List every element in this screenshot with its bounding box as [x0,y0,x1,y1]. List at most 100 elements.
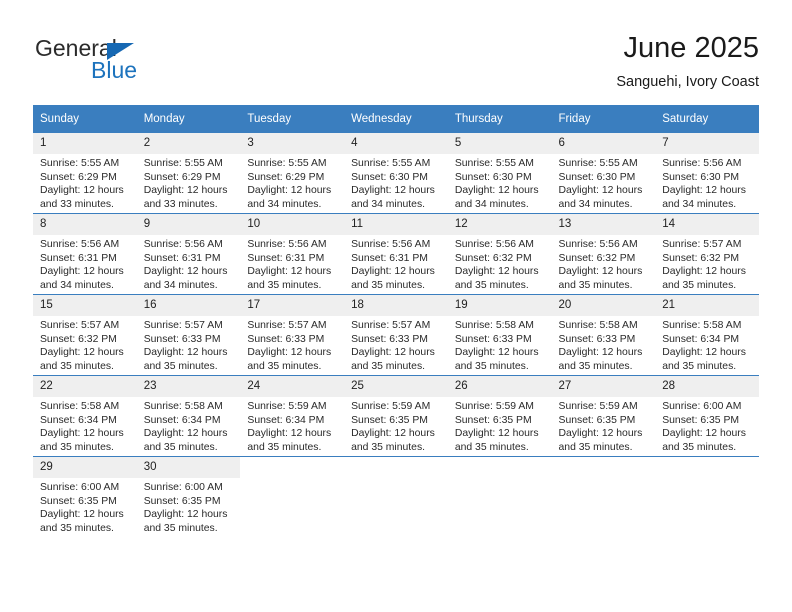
calendar-day-cell[interactable]: 2 Sunrise: 5:55 AM Sunset: 6:29 PM Daylight… [136,133,241,214]
day-number [447,457,552,478]
daylight-text: Daylight: 12 hours and 35 minutes. [662,266,746,292]
calendar-day-cell[interactable]: 6 Sunrise: 5:55 AM Sunset: 6:30 PM Daylight… [551,133,656,214]
page-header: General Blue June 2025 Sanguehi, Ivory C… [33,30,759,96]
day-number: 15 [33,295,137,316]
day-sun-info: Sunrise: 5:56 AM Sunset: 6:32 PM Daylight:… [552,235,656,293]
sunrise-text: Sunrise: 5:58 AM [143,401,223,412]
daylight-text: Daylight: 12 hours and 35 minutes. [40,347,124,373]
day-sun-info: Sunrise: 5:57 AM Sunset: 6:33 PM Daylight:… [344,316,448,374]
sunset-text: Sunset: 6:35 PM [558,414,636,426]
calendar-day-cell[interactable]: 23 Sunrise: 5:58 AM Sunset: 6:34 PM Dayligh… [136,375,241,457]
calendar-day-cell[interactable]: 26 Sunrise: 5:59 AM Sunset: 6:35 PM Dayligh… [447,375,552,457]
daylight-text: Daylight: 12 hours and 35 minutes. [454,428,539,454]
calendar-day-cell[interactable]: 17 Sunrise: 5:57 AM Sunset: 6:33 PM Dayligh… [240,294,345,376]
calendar-day-cell[interactable]: 1 Sunrise: 5:55 AM Sunset: 6:29 PM Daylight… [33,133,137,214]
calendar-day-cell[interactable]: 11 Sunrise: 5:56 AM Sunset: 6:31 PM Dayligh… [344,213,448,295]
sunrise-text: Sunrise: 5:57 AM [662,239,742,250]
sunrise-text: Sunrise: 6:00 AM [143,482,223,493]
calendar-day-cell-empty [447,456,552,537]
daylight-text: Daylight: 12 hours and 33 minutes. [40,185,124,211]
day-sun-info: Sunrise: 5:58 AM Sunset: 6:34 PM Daylight:… [137,397,241,455]
day-number: 22 [33,376,137,397]
sunrise-text: Sunrise: 5:59 AM [247,401,327,412]
calendar-day-cell[interactable]: 18 Sunrise: 5:57 AM Sunset: 6:33 PM Dayligh… [344,294,448,376]
calendar-day-cell[interactable]: 20 Sunrise: 5:58 AM Sunset: 6:33 PM Dayligh… [551,294,656,376]
day-sun-info [655,478,759,481]
calendar-day-cell[interactable]: 16 Sunrise: 5:57 AM Sunset: 6:33 PM Dayligh… [136,294,241,376]
calendar-day-cell[interactable]: 3 Sunrise: 5:55 AM Sunset: 6:29 PM Daylight… [240,133,345,214]
day-number: 5 [447,133,552,154]
sunset-text: Sunset: 6:31 PM [143,252,221,264]
calendar-day-cell[interactable]: 13 Sunrise: 5:56 AM Sunset: 6:32 PM Dayligh… [551,213,656,295]
calendar-day-cell[interactable]: 7 Sunrise: 5:56 AM Sunset: 6:30 PM Daylight… [655,133,759,214]
daylight-text: Daylight: 12 hours and 35 minutes. [558,347,643,373]
calendar-day-cell-empty [344,456,448,537]
calendar-day-cell[interactable]: 27 Sunrise: 5:59 AM Sunset: 6:35 PM Dayligh… [551,375,656,457]
sunset-text: Sunset: 6:29 PM [143,171,221,183]
sunrise-text: Sunrise: 5:58 AM [454,320,534,331]
sunset-text: Sunset: 6:35 PM [143,495,221,507]
calendar-day-cell[interactable]: 14 Sunrise: 5:57 AM Sunset: 6:32 PM Dayligh… [655,213,759,295]
day-number [655,457,759,478]
calendar-day-cell[interactable]: 10 Sunrise: 5:56 AM Sunset: 6:31 PM Dayligh… [240,213,345,295]
day-number: 30 [136,457,241,478]
weekday-header-monday: Monday [136,105,241,133]
sunset-text: Sunset: 6:35 PM [40,495,117,507]
sunrise-text: Sunrise: 6:00 AM [40,482,120,493]
sunset-text: Sunset: 6:34 PM [40,414,117,426]
general-blue-logo[interactable]: General Blue [33,35,293,91]
day-number: 19 [447,295,552,316]
calendar-day-cell[interactable]: 24 Sunrise: 5:59 AM Sunset: 6:34 PM Dayligh… [240,375,345,457]
sunrise-text: Sunrise: 5:56 AM [143,239,223,250]
calendar-day-cell[interactable]: 25 Sunrise: 5:59 AM Sunset: 6:35 PM Dayligh… [344,375,448,457]
day-sun-info: Sunrise: 5:55 AM Sunset: 6:30 PM Daylight:… [344,154,448,212]
sunrise-text: Sunrise: 5:56 AM [558,239,638,250]
calendar-day-cell[interactable]: 8 Sunrise: 5:56 AM Sunset: 6:31 PM Daylight… [33,213,137,295]
calendar-day-cell[interactable]: 30 Sunrise: 6:00 AM Sunset: 6:35 PM Dayligh… [136,456,241,537]
day-number: 11 [344,214,448,235]
day-number: 13 [551,214,656,235]
day-sun-info: Sunrise: 5:56 AM Sunset: 6:32 PM Daylight:… [448,235,552,293]
day-number: 26 [447,376,552,397]
day-sun-info: Sunrise: 5:57 AM Sunset: 6:32 PM Daylight:… [655,235,759,293]
day-number: 1 [33,133,137,154]
calendar-day-cell[interactable]: 19 Sunrise: 5:58 AM Sunset: 6:33 PM Dayligh… [447,294,552,376]
day-number: 16 [136,295,241,316]
day-number: 24 [240,376,345,397]
calendar-day-cell[interactable]: 15 Sunrise: 5:57 AM Sunset: 6:32 PM Dayligh… [33,294,137,376]
daylight-text: Daylight: 12 hours and 35 minutes. [558,266,643,292]
sunset-text: Sunset: 6:35 PM [351,414,428,426]
daylight-text: Daylight: 12 hours and 35 minutes. [351,428,435,454]
calendar-day-cell[interactable]: 9 Sunrise: 5:56 AM Sunset: 6:31 PM Daylight… [136,213,241,295]
day-number: 12 [447,214,552,235]
daylight-text: Daylight: 12 hours and 35 minutes. [662,347,746,373]
daylight-text: Daylight: 12 hours and 35 minutes. [143,509,228,535]
day-number: 29 [33,457,137,478]
daylight-text: Daylight: 12 hours and 35 minutes. [40,509,124,535]
daylight-text: Daylight: 12 hours and 33 minutes. [143,185,228,211]
day-number: 7 [655,133,759,154]
daylight-text: Daylight: 12 hours and 35 minutes. [351,347,435,373]
day-number: 14 [655,214,759,235]
calendar-day-cell[interactable]: 22 Sunrise: 5:58 AM Sunset: 6:34 PM Dayligh… [33,375,137,457]
calendar-day-cell[interactable]: 4 Sunrise: 5:55 AM Sunset: 6:30 PM Daylight… [344,133,448,214]
sunrise-text: Sunrise: 5:56 AM [247,239,327,250]
calendar-week-row: 22 Sunrise: 5:58 AM Sunset: 6:34 PM Dayligh… [33,375,759,457]
calendar-day-cell[interactable]: 21 Sunrise: 5:58 AM Sunset: 6:34 PM Dayligh… [655,294,759,376]
sunset-text: Sunset: 6:35 PM [662,414,740,426]
day-number: 21 [655,295,759,316]
calendar-day-cell[interactable]: 28 Sunrise: 6:00 AM Sunset: 6:35 PM Dayligh… [655,375,759,457]
day-sun-info: Sunrise: 6:00 AM Sunset: 6:35 PM Daylight:… [137,478,241,536]
day-number: 23 [136,376,241,397]
calendar-day-cell[interactable]: 5 Sunrise: 5:55 AM Sunset: 6:30 PM Daylight… [447,133,552,214]
sunset-text: Sunset: 6:31 PM [247,252,325,264]
daylight-text: Daylight: 12 hours and 35 minutes. [247,266,332,292]
day-sun-info: Sunrise: 5:57 AM Sunset: 6:33 PM Daylight:… [137,316,241,374]
day-number: 9 [136,214,241,235]
calendar-day-cell[interactable]: 29 Sunrise: 6:00 AM Sunset: 6:35 PM Dayligh… [33,456,137,537]
calendar-day-cell[interactable]: 12 Sunrise: 5:56 AM Sunset: 6:32 PM Dayligh… [447,213,552,295]
day-sun-info: Sunrise: 5:57 AM Sunset: 6:33 PM Daylight:… [240,316,344,374]
daylight-text: Daylight: 12 hours and 34 minutes. [143,266,228,292]
day-sun-info: Sunrise: 6:00 AM Sunset: 6:35 PM Daylight:… [33,478,137,536]
sunrise-text: Sunrise: 5:55 AM [143,158,223,169]
